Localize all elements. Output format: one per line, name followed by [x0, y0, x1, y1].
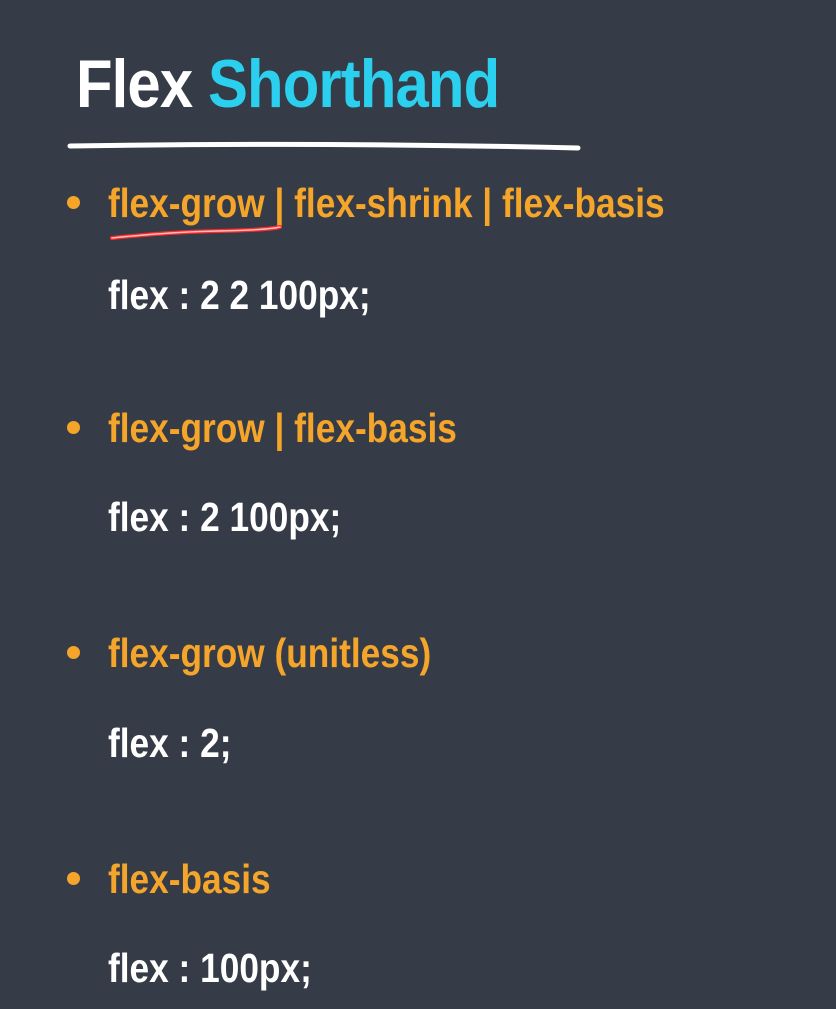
bullet-icon — [67, 196, 80, 209]
item-heading: flex-grow (unitless) — [108, 630, 432, 676]
bullet-icon — [67, 872, 80, 885]
title-underline — [67, 141, 581, 151]
code-example: flex : 100px; — [108, 945, 312, 991]
slide: Flex Shorthand flex-grow | flex-shrink |… — [0, 0, 836, 1009]
slide-title: Flex Shorthand — [76, 50, 500, 118]
code-example: flex : 2; — [108, 720, 232, 766]
item-heading: flex-basis — [108, 856, 271, 902]
code-example: flex : 2 2 100px; — [108, 272, 371, 318]
red-underline-annotation — [110, 225, 282, 240]
code-example: flex : 2 100px; — [108, 494, 342, 540]
item-heading: flex-grow | flex-basis — [108, 405, 457, 451]
title-word-flex: Flex — [76, 46, 193, 122]
bullet-icon — [67, 646, 80, 659]
bullet-icon — [67, 421, 80, 434]
title-word-shorthand: Shorthand — [207, 46, 500, 122]
